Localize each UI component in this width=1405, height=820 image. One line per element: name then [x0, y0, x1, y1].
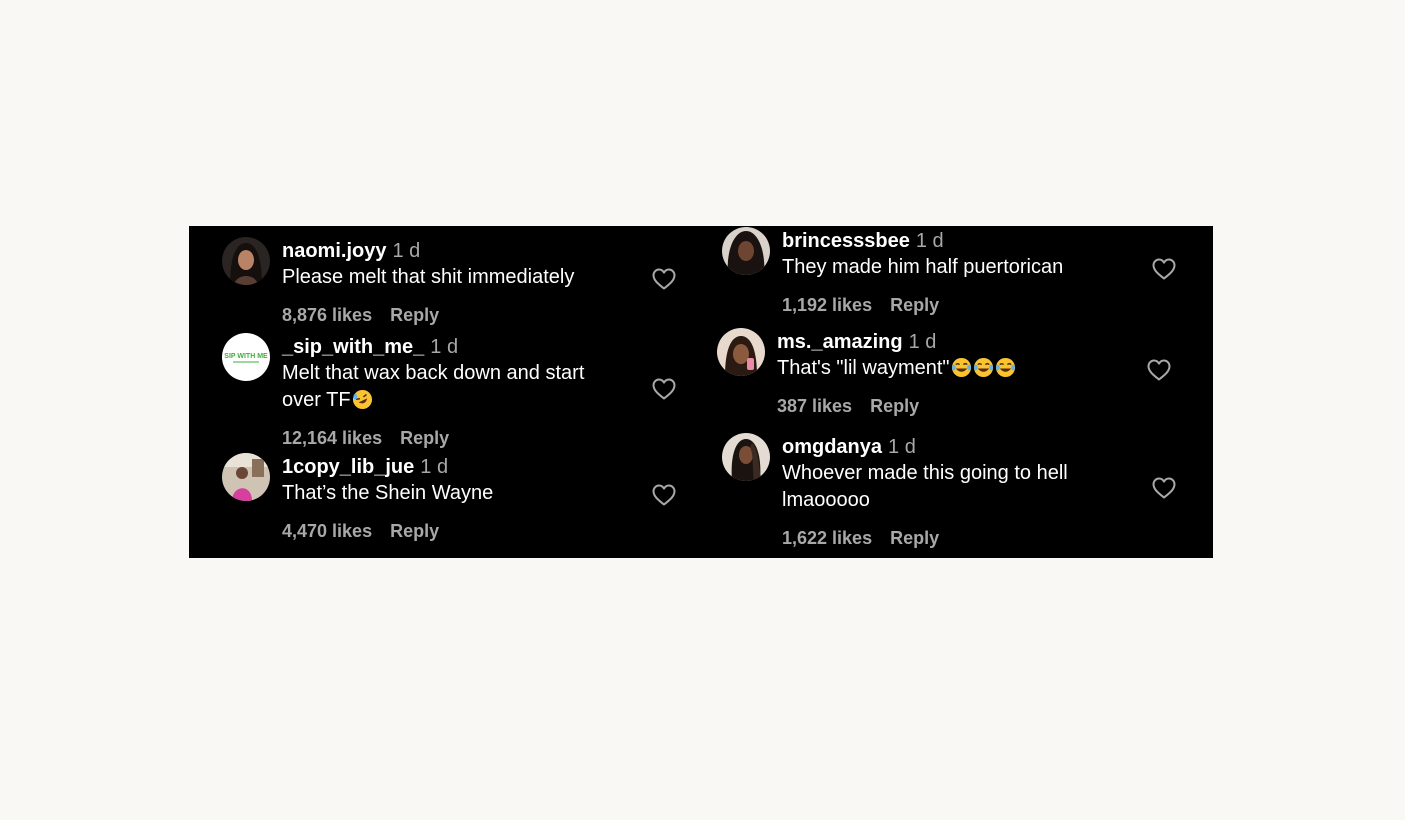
reply-button[interactable]: Reply — [890, 295, 939, 315]
likes-count[interactable]: 4,470 likes — [282, 521, 372, 541]
heart-outline-icon[interactable] — [1151, 476, 1177, 500]
comment-header: ms._amazing 1 d — [777, 330, 936, 354]
comment-username[interactable]: omgdanya — [782, 436, 882, 458]
comment-header: _sip_with_me_ 1 d — [282, 335, 458, 359]
avatar[interactable] — [722, 227, 770, 275]
avatar-logo-text: SIP WITH ME — [224, 353, 268, 360]
comment-meta: 12,164 likes Reply — [282, 427, 449, 449]
comment-text: That's "lil wayment" — [777, 355, 1016, 382]
likes-count[interactable]: 387 likes — [777, 396, 852, 416]
comment-meta: 4,470 likes Reply — [282, 520, 439, 542]
likes-count[interactable]: 1,192 likes — [782, 295, 872, 315]
comment-header: naomi.joyy 1 d — [282, 239, 420, 263]
comment-time: 1 d — [392, 240, 421, 262]
comment-username[interactable]: _sip_with_me_ — [282, 336, 424, 358]
comments-panel-left: naomi.joyy 1 d Please melt that shit imme… — [189, 226, 701, 558]
comment-time: 1 d — [908, 331, 937, 353]
reply-button[interactable]: Reply — [870, 396, 919, 416]
comment-header: omgdanya 1 d — [782, 435, 916, 459]
heart-outline-icon[interactable] — [1146, 358, 1172, 382]
comment-username[interactable]: 1copy_lib_jue — [282, 456, 414, 478]
avatar[interactable]: SIP WITH ME — [222, 333, 270, 381]
comment-header: brincesssbee 1 d — [782, 229, 944, 253]
face-with-tears-of-joy-emoji — [995, 357, 1016, 378]
reply-button[interactable]: Reply — [400, 428, 449, 448]
heart-outline-icon[interactable] — [1151, 257, 1177, 281]
comment-text: They made him half puertorican — [782, 256, 1064, 278]
comment-meta: 1,622 likes Reply — [782, 527, 939, 549]
comment-text-line: lmaooooo — [782, 489, 870, 511]
avatar[interactable] — [717, 328, 765, 376]
comment-text-line: Whoever made this going to hell — [782, 462, 1068, 484]
heart-outline-icon[interactable] — [651, 483, 677, 507]
avatar[interactable] — [222, 237, 270, 285]
comment-time: 1 d — [888, 436, 916, 458]
comment-username[interactable]: brincesssbee — [782, 230, 910, 252]
comment-text: Please melt that shit immediately — [282, 266, 575, 288]
reply-button[interactable]: Reply — [890, 528, 939, 548]
avatar[interactable] — [222, 453, 270, 501]
comments-panel-right: brincesssbee 1 d They made him half puert… — [701, 226, 1213, 558]
rolling-on-floor-laughing-emoji — [352, 389, 373, 410]
comment-meta: 1,192 likes Reply — [782, 294, 939, 316]
comment-time: 1 d — [915, 230, 944, 252]
likes-count[interactable]: 1,622 likes — [782, 528, 872, 548]
comment-text-line: Melt that wax back down and start — [282, 362, 585, 384]
avatar[interactable] — [722, 433, 770, 481]
comment-header: 1copy_lib_jue 1 d — [282, 455, 448, 479]
comment-text: Melt that wax back down and start over T… — [282, 360, 584, 414]
comment-text-line: over TF — [282, 387, 584, 414]
likes-count[interactable]: 12,164 likes — [282, 428, 382, 448]
comment-time: 1 d — [430, 336, 459, 358]
face-with-tears-of-joy-emoji — [973, 357, 994, 378]
face-with-tears-of-joy-emoji — [951, 357, 972, 378]
comment-text: Whoever made this going to hell lmaooooo — [782, 460, 1068, 514]
comment-username[interactable]: ms._amazing — [777, 331, 903, 353]
likes-count[interactable]: 8,876 likes — [282, 305, 372, 325]
reply-button[interactable]: Reply — [390, 521, 439, 541]
comment-text: That’s the Shein Wayne — [282, 482, 494, 504]
comment-time: 1 d — [420, 456, 449, 478]
heart-outline-icon[interactable] — [651, 267, 677, 291]
heart-outline-icon[interactable] — [651, 377, 677, 401]
reply-button[interactable]: Reply — [390, 305, 439, 325]
comment-meta: 387 likes Reply — [777, 395, 919, 417]
comment-username[interactable]: naomi.joyy — [282, 240, 386, 262]
comment-meta: 8,876 likes Reply — [282, 304, 439, 326]
